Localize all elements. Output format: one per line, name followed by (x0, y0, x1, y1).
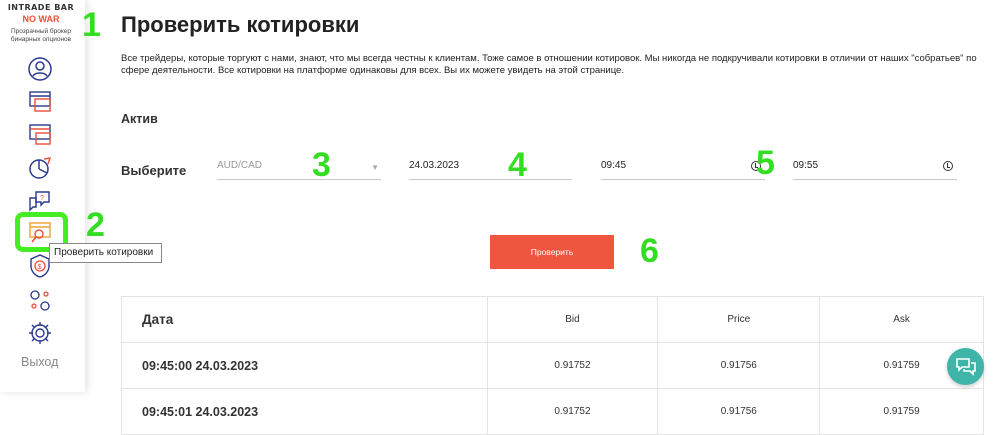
date-field-value: 24.03.2023 (409, 160, 460, 171)
sidebar-item-withdraw[interactable] (27, 122, 53, 148)
annotation-6: 6 (640, 232, 659, 270)
page-title: Проверить котировки (121, 12, 360, 37)
choose-label: Выберите (121, 163, 187, 178)
no-war-banner: NO WAR (22, 14, 60, 24)
chat-icon (956, 358, 976, 376)
settings-icon (29, 322, 51, 344)
svg-text:?: ? (40, 195, 44, 202)
column-header-date: Дата (121, 296, 488, 343)
annotation-5: 5 (756, 144, 775, 182)
cell-date: 09:45:00 24.03.2023 (121, 342, 488, 389)
withdraw-icon (29, 124, 51, 145)
svg-text:$: $ (38, 264, 42, 271)
sidebar-item-support[interactable]: ? (27, 188, 53, 214)
cell-bid: 0.91752 (486, 342, 659, 389)
sidebar-item-analytics[interactable] (27, 155, 53, 181)
time-to-field[interactable]: 09:55 (793, 153, 957, 180)
clock-icon[interactable] (943, 161, 953, 171)
time-to-value: 09:55 (793, 160, 819, 171)
brand-logo[interactable]: INTRADE BAR NO WAR Прозрачный брокер бин… (6, 3, 76, 44)
brand-tagline: Прозрачный брокер бинарных опционов (10, 28, 72, 43)
cell-price: 0.91756 (657, 342, 821, 389)
chat-button[interactable] (947, 348, 984, 385)
column-header-bid: Bid (486, 296, 659, 343)
support-chat-icon: ? (29, 191, 50, 212)
time-from-value: 09:45 (601, 160, 627, 171)
asset-select-value: AUD/CAD (217, 160, 263, 171)
table-header-row: Дата Bid Price Ask (121, 296, 984, 343)
check-button[interactable]: Проверить (490, 235, 614, 269)
sidebar-item-settings[interactable] (27, 320, 53, 346)
time-from-field[interactable]: 09:45 (601, 153, 765, 180)
partners-icon (30, 290, 50, 311)
quotes-table: Дата Bid Price Ask 09:45:00 24.03.2023 0… (121, 296, 984, 435)
column-header-ask: Ask (819, 296, 984, 343)
chevron-down-icon: ▼ (371, 163, 379, 172)
table-row: 09:45:00 24.03.2023 0.91752 0.91756 0.91… (121, 342, 984, 389)
page-description: Все трейдеры, которые торгуют с нами, зн… (121, 53, 977, 76)
date-field[interactable]: 24.03.2023 (409, 153, 572, 180)
sidebar: INTRADE BAR NO WAR Прозрачный брокер бин… (0, 0, 85, 392)
cell-bid: 0.91752 (486, 388, 659, 435)
sidebar-item-deposit[interactable] (27, 89, 53, 115)
analytics-icon (29, 157, 52, 179)
profile-icon (28, 57, 52, 81)
logo-text: INTRADE BAR (7, 3, 75, 12)
column-header-price: Price (657, 296, 821, 343)
cell-ask: 0.91759 (819, 388, 984, 435)
cell-price: 0.91756 (657, 388, 821, 435)
asset-select[interactable]: AUD/CAD ▼ (217, 153, 381, 180)
nav-tooltip: Проверить котировки (49, 243, 162, 263)
table-row: 09:45:01 24.03.2023 0.91752 0.91756 0.91… (121, 388, 984, 435)
annotation-2: 2 (86, 206, 105, 244)
logout-link[interactable]: Выход (21, 355, 58, 369)
cell-date: 09:45:01 24.03.2023 (121, 388, 488, 435)
annotation-1: 1 (82, 6, 101, 44)
deposit-icon (29, 91, 51, 112)
sidebar-item-partners[interactable] (27, 287, 53, 313)
sidebar-item-profile[interactable] (27, 56, 53, 82)
section-label: Актив (121, 112, 158, 126)
